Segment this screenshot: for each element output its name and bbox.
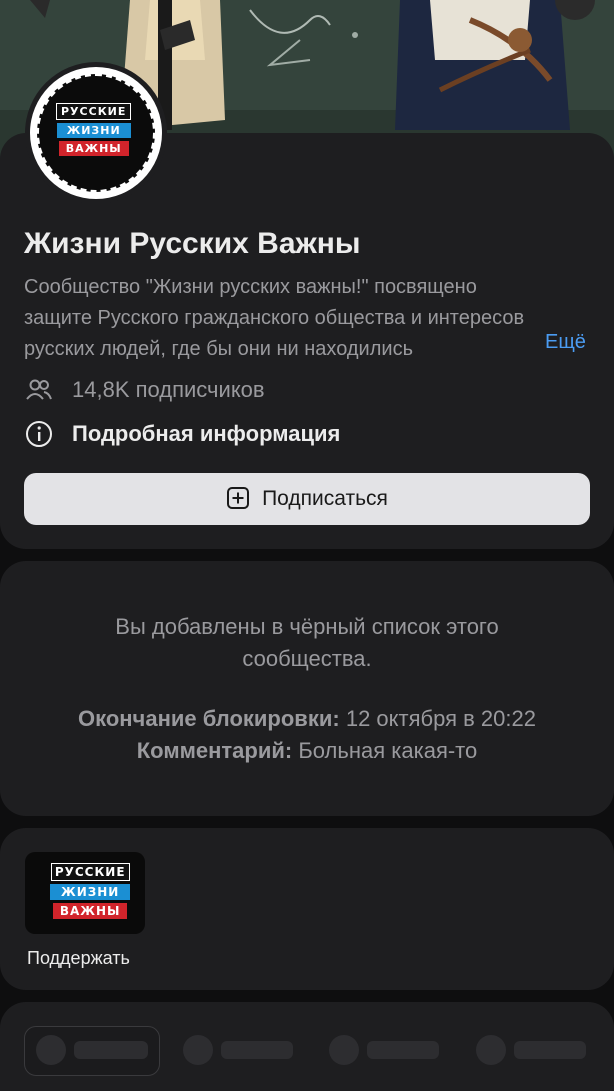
logo-line-2: ЖИЗНИ — [56, 123, 131, 138]
details-row[interactable]: Подробная информация — [24, 419, 340, 449]
plus-square-icon — [226, 486, 250, 513]
block-end-value: 12 октября в 20:22 — [345, 706, 536, 731]
subscribe-label: Подписаться — [262, 487, 388, 510]
logo-line-1: РУССКИЕ — [56, 103, 132, 120]
community-avatar[interactable]: РУССКИЕ ЖИЗНИ ВАЖНЫ — [25, 62, 167, 204]
support-logo-line-3: ВАЖНЫ — [52, 903, 128, 919]
skeleton-tab-bar — [514, 1041, 586, 1059]
skeleton-tab-bar — [367, 1041, 439, 1059]
skeleton-tab-icon — [476, 1035, 506, 1065]
block-end-label: Окончание блокировки: — [78, 706, 340, 731]
skeleton-tab-icon — [36, 1035, 66, 1065]
support-label[interactable]: Поддержать — [27, 948, 130, 969]
community-title: Жизни Русских Важны — [24, 227, 361, 260]
subscribers-row[interactable]: 14,8K подписчиков — [24, 375, 265, 405]
subscribers-count: 14,8K подписчиков — [72, 377, 265, 402]
support-tile[interactable]: РУССКИЕ ЖИЗНИ ВАЖНЫ — [25, 852, 145, 934]
blacklist-message-text: Вы добавлены в чёрный список этого сообщ… — [115, 614, 499, 671]
skeleton-tab-bar — [221, 1041, 293, 1059]
block-end-row: Окончание блокировки: 12 октября в 20:22 — [0, 706, 614, 732]
block-comment-value: Больная какая-то — [298, 738, 478, 763]
blacklist-card — [0, 561, 614, 816]
details-label: Подробная информация — [72, 421, 341, 446]
description-fade — [484, 327, 544, 358]
community-page: РУССКИЕ ЖИЗНИ ВАЖНЫ Жизни Русских Важны … — [0, 0, 614, 1091]
support-logo-line-1: РУССКИЕ — [50, 863, 130, 881]
support-logo: РУССКИЕ ЖИЗНИ ВАЖНЫ — [50, 863, 131, 919]
support-logo-line-2: ЖИЗНИ — [50, 884, 131, 900]
skeleton-tab-icon — [329, 1035, 359, 1065]
skeleton-tab-icon — [183, 1035, 213, 1065]
subscribe-button[interactable]: Подписаться — [24, 473, 590, 525]
skeleton-tab-bar — [74, 1041, 148, 1059]
show-more-link[interactable]: Ещё — [545, 331, 586, 354]
info-icon — [24, 419, 54, 449]
people-icon — [24, 375, 54, 405]
block-comment-label: Комментарий: — [136, 738, 293, 763]
logo-line-3: ВАЖНЫ — [58, 141, 129, 156]
block-comment-row: Комментарий: Больная какая-то — [0, 738, 614, 764]
avatar-logo: РУССКИЕ ЖИЗНИ ВАЖНЫ — [56, 103, 132, 156]
community-description: Сообщество "Жизни русских важны!" посвящ… — [24, 276, 525, 360]
blacklist-message: Вы добавлены в чёрный список этого сообщ… — [0, 611, 614, 675]
